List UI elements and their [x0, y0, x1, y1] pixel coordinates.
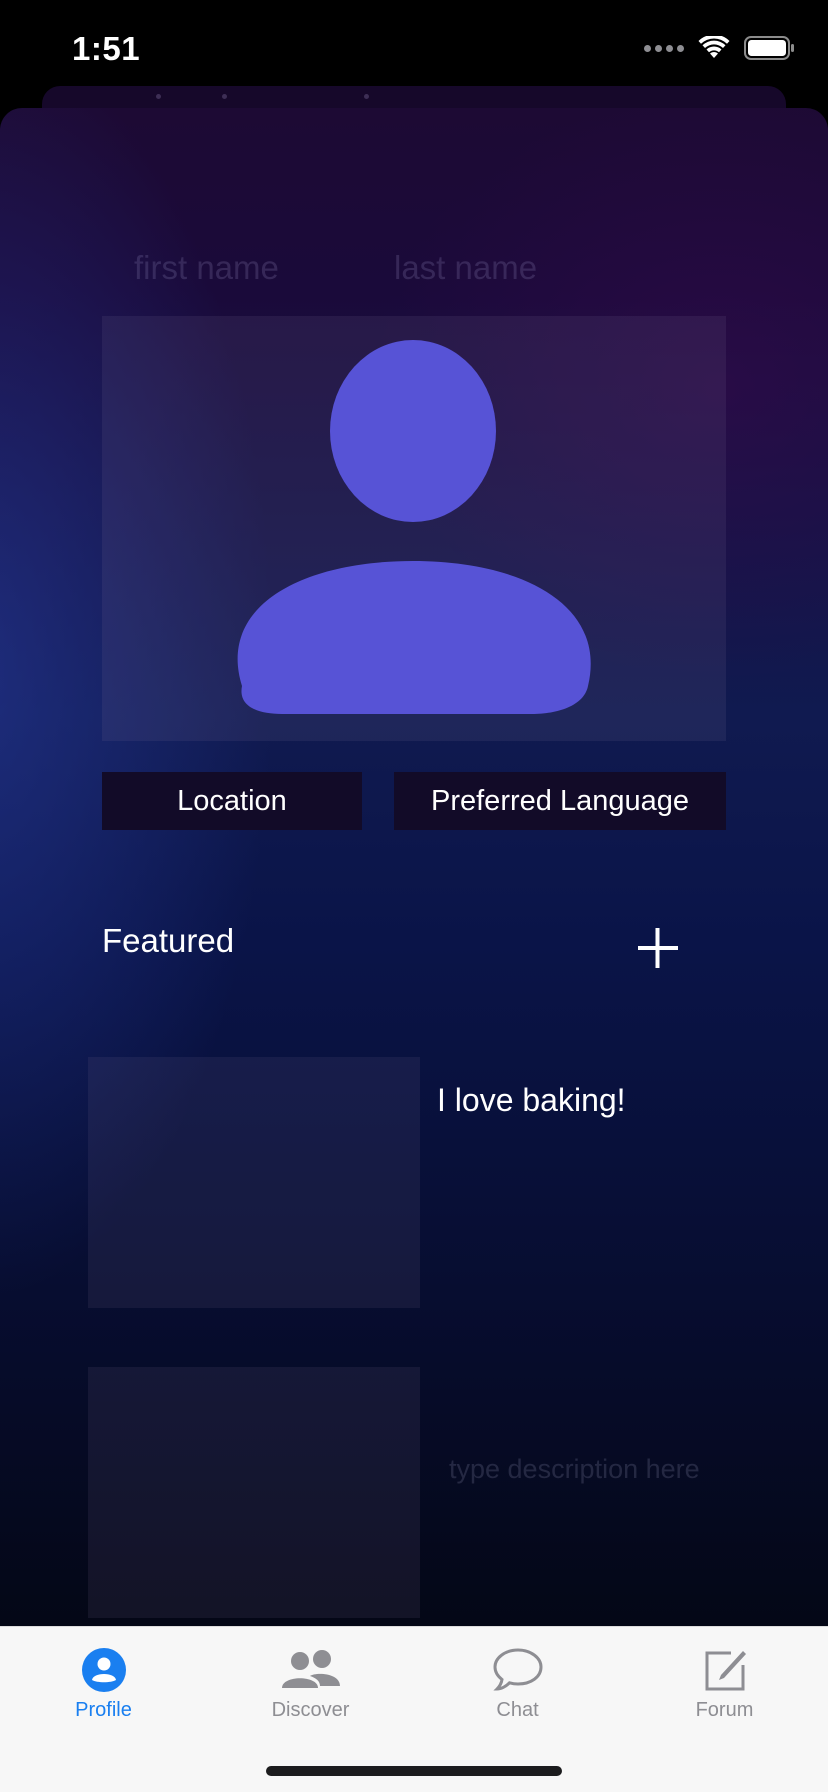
compose-icon: [705, 1651, 746, 1691]
person-silhouette-icon: [237, 340, 591, 714]
profile-photo[interactable]: [102, 316, 726, 741]
tab-profile[interactable]: Profile: [0, 1627, 207, 1727]
plus-icon: [638, 928, 678, 968]
featured-description-2[interactable]: type description here: [449, 1454, 700, 1485]
home-indicator[interactable]: [266, 1766, 562, 1776]
tab-discover[interactable]: Discover: [207, 1627, 414, 1727]
tab-chat[interactable]: Chat: [414, 1627, 621, 1727]
profile-sheet: Location Preferred Language Featured I l…: [0, 108, 828, 1628]
cellular-signal-icon: [644, 44, 684, 52]
tab-forum-label: Forum: [695, 1699, 754, 1721]
featured-description-1[interactable]: I love baking!: [437, 1082, 626, 1119]
tab-discover-label: Discover: [271, 1699, 350, 1721]
last-name-input[interactable]: [394, 246, 614, 290]
screen: 1:51 first name last name Location Prefe…: [0, 0, 828, 1792]
status-time: 1:51: [72, 30, 141, 67]
status-icons: [644, 36, 796, 60]
tab-chat-label: Chat: [496, 1699, 539, 1721]
first-name-input[interactable]: [134, 246, 354, 290]
tab-forum[interactable]: Forum: [621, 1627, 828, 1727]
status-bar: 1:51: [0, 0, 828, 100]
featured-heading: Featured: [102, 922, 235, 959]
battery-icon: [744, 36, 794, 60]
featured-image-1[interactable]: [88, 1057, 420, 1308]
chat-bubble-icon: [492, 1648, 543, 1691]
tab-profile-label: Profile: [75, 1699, 132, 1721]
preferred-language-button[interactable]: Preferred Language: [394, 772, 726, 830]
wifi-icon: [698, 36, 730, 58]
featured-image-2[interactable]: [88, 1367, 420, 1618]
location-button[interactable]: Location: [102, 772, 362, 830]
profile-icon: [81, 1648, 126, 1692]
people-icon: [281, 1650, 340, 1688]
add-featured-button[interactable]: [636, 926, 680, 970]
